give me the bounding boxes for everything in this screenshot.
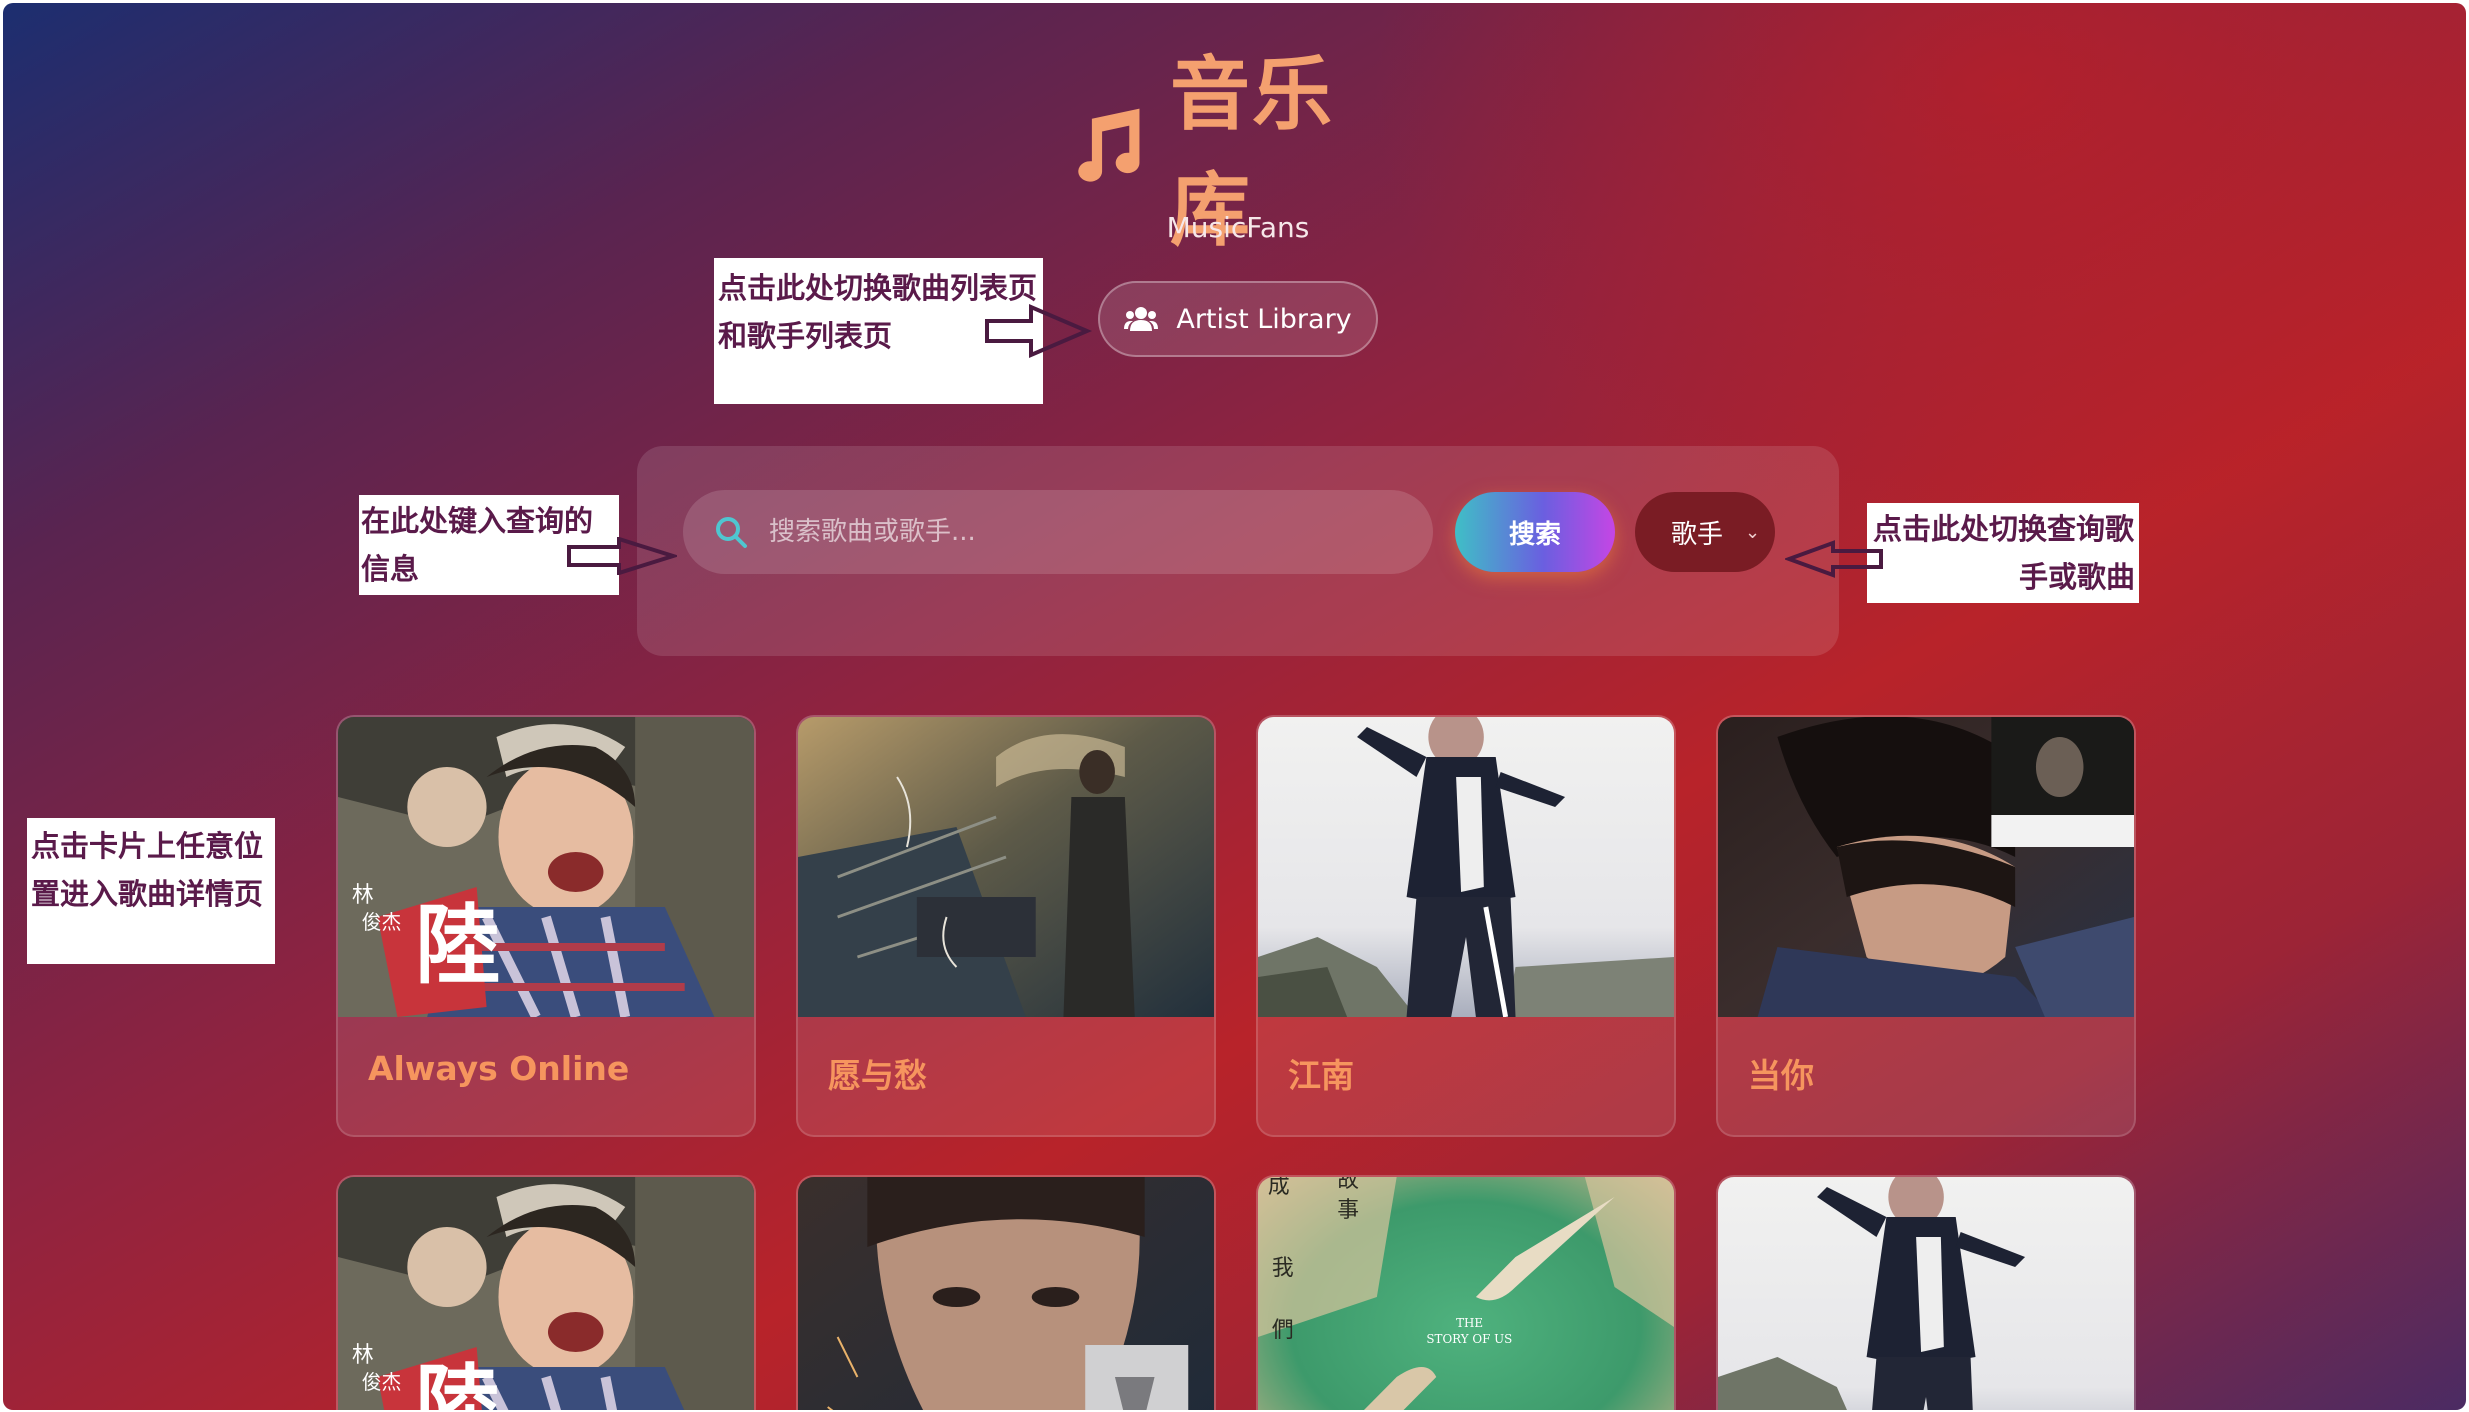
search-box[interactable]	[683, 490, 1433, 574]
search-input[interactable]	[769, 502, 1433, 562]
cover-text: 們	[1272, 1318, 1294, 1343]
cover-text: 林	[352, 883, 374, 908]
users-icon	[1124, 307, 1159, 331]
app-page: 音乐库 MusicFans Artist Library 搜索 歌手 ⌄	[3, 3, 2466, 1410]
annotation-card-click: 点击卡片上任意位 置进入歌曲详情页	[27, 818, 275, 964]
song-card[interactable]: THE STORY OF US 成 故 事 我 們	[1256, 1175, 1676, 1410]
song-card[interactable]: 当你	[1716, 715, 2136, 1137]
album-cover-jiangnan	[1718, 1177, 2134, 1410]
song-card[interactable]: 陸 林 俊杰	[336, 1175, 756, 1410]
cover-text: 陸	[415, 1357, 500, 1410]
arrow-right-icon	[985, 303, 1093, 359]
annotation-line: 点击此处切换查询歌	[1873, 512, 2135, 546]
search-type-value: 歌手	[1671, 519, 1724, 550]
annotation-line: 点击卡片上任意位	[31, 829, 264, 863]
music-note-icon	[1078, 108, 1140, 182]
cover-text: 我	[1272, 1256, 1294, 1281]
search-type-select[interactable]: 歌手 ⌄	[1635, 492, 1775, 572]
album-cover-story-of-us: THE STORY OF US 成 故 事 我 們	[1258, 1177, 1674, 1410]
song-title: 江南	[1288, 1056, 1354, 1095]
page-subtitle: MusicFans	[1166, 211, 1310, 244]
search-icon	[716, 517, 747, 548]
cover-text: THE	[1456, 1316, 1483, 1330]
arrow-left-icon	[1785, 540, 1883, 578]
cover-text: 陸	[415, 897, 500, 996]
search-button[interactable]: 搜索	[1455, 492, 1615, 572]
album-cover-sixology: 陸 林 俊杰	[338, 1177, 754, 1410]
app-logo: 音乐库	[1063, 48, 1413, 257]
search-panel: 搜索 歌手 ⌄	[637, 446, 1839, 656]
annotation-line: 手或歌曲	[2018, 560, 2135, 594]
song-card[interactable]	[1716, 1175, 2136, 1410]
artist-library-button[interactable]: Artist Library	[1098, 281, 1378, 357]
song-title: 当你	[1748, 1056, 1814, 1095]
album-cover-wish-sorrow	[798, 717, 1214, 1017]
song-title: 愿与愁	[828, 1056, 927, 1095]
artist-library-label: Artist Library	[1176, 303, 1352, 335]
cover-text: 林	[352, 1343, 374, 1368]
annotation-switch-type: 点击此处切换查询歌 手或歌曲	[1867, 503, 2139, 603]
album-cover-sixology: 陸 林 俊杰	[338, 717, 754, 1017]
cover-text: STORY OF US	[1426, 1332, 1512, 1346]
song-card[interactable]: 愿与愁	[796, 715, 1216, 1137]
cover-text: 事	[1337, 1198, 1359, 1223]
cover-text: 成	[1268, 1177, 1290, 1199]
annotation-line: 置进入歌曲详情页	[31, 877, 264, 911]
song-card[interactable]	[796, 1175, 1216, 1410]
chevron-down-icon: ⌄	[1745, 521, 1761, 543]
arrow-right-icon	[567, 537, 677, 575]
album-cover-dang-ni	[1718, 717, 2134, 1017]
album-cover-jiangnan	[1258, 717, 1674, 1017]
cover-text: 故	[1337, 1177, 1359, 1193]
cover-text: 俊杰	[362, 1371, 402, 1394]
album-cover-portrait	[798, 1177, 1214, 1410]
song-card[interactable]: 陸 林 俊杰 Always Online	[336, 715, 756, 1137]
song-card[interactable]: 江南	[1256, 715, 1676, 1137]
cover-text: 俊杰	[362, 911, 402, 934]
song-title: Always Online	[368, 1049, 630, 1088]
